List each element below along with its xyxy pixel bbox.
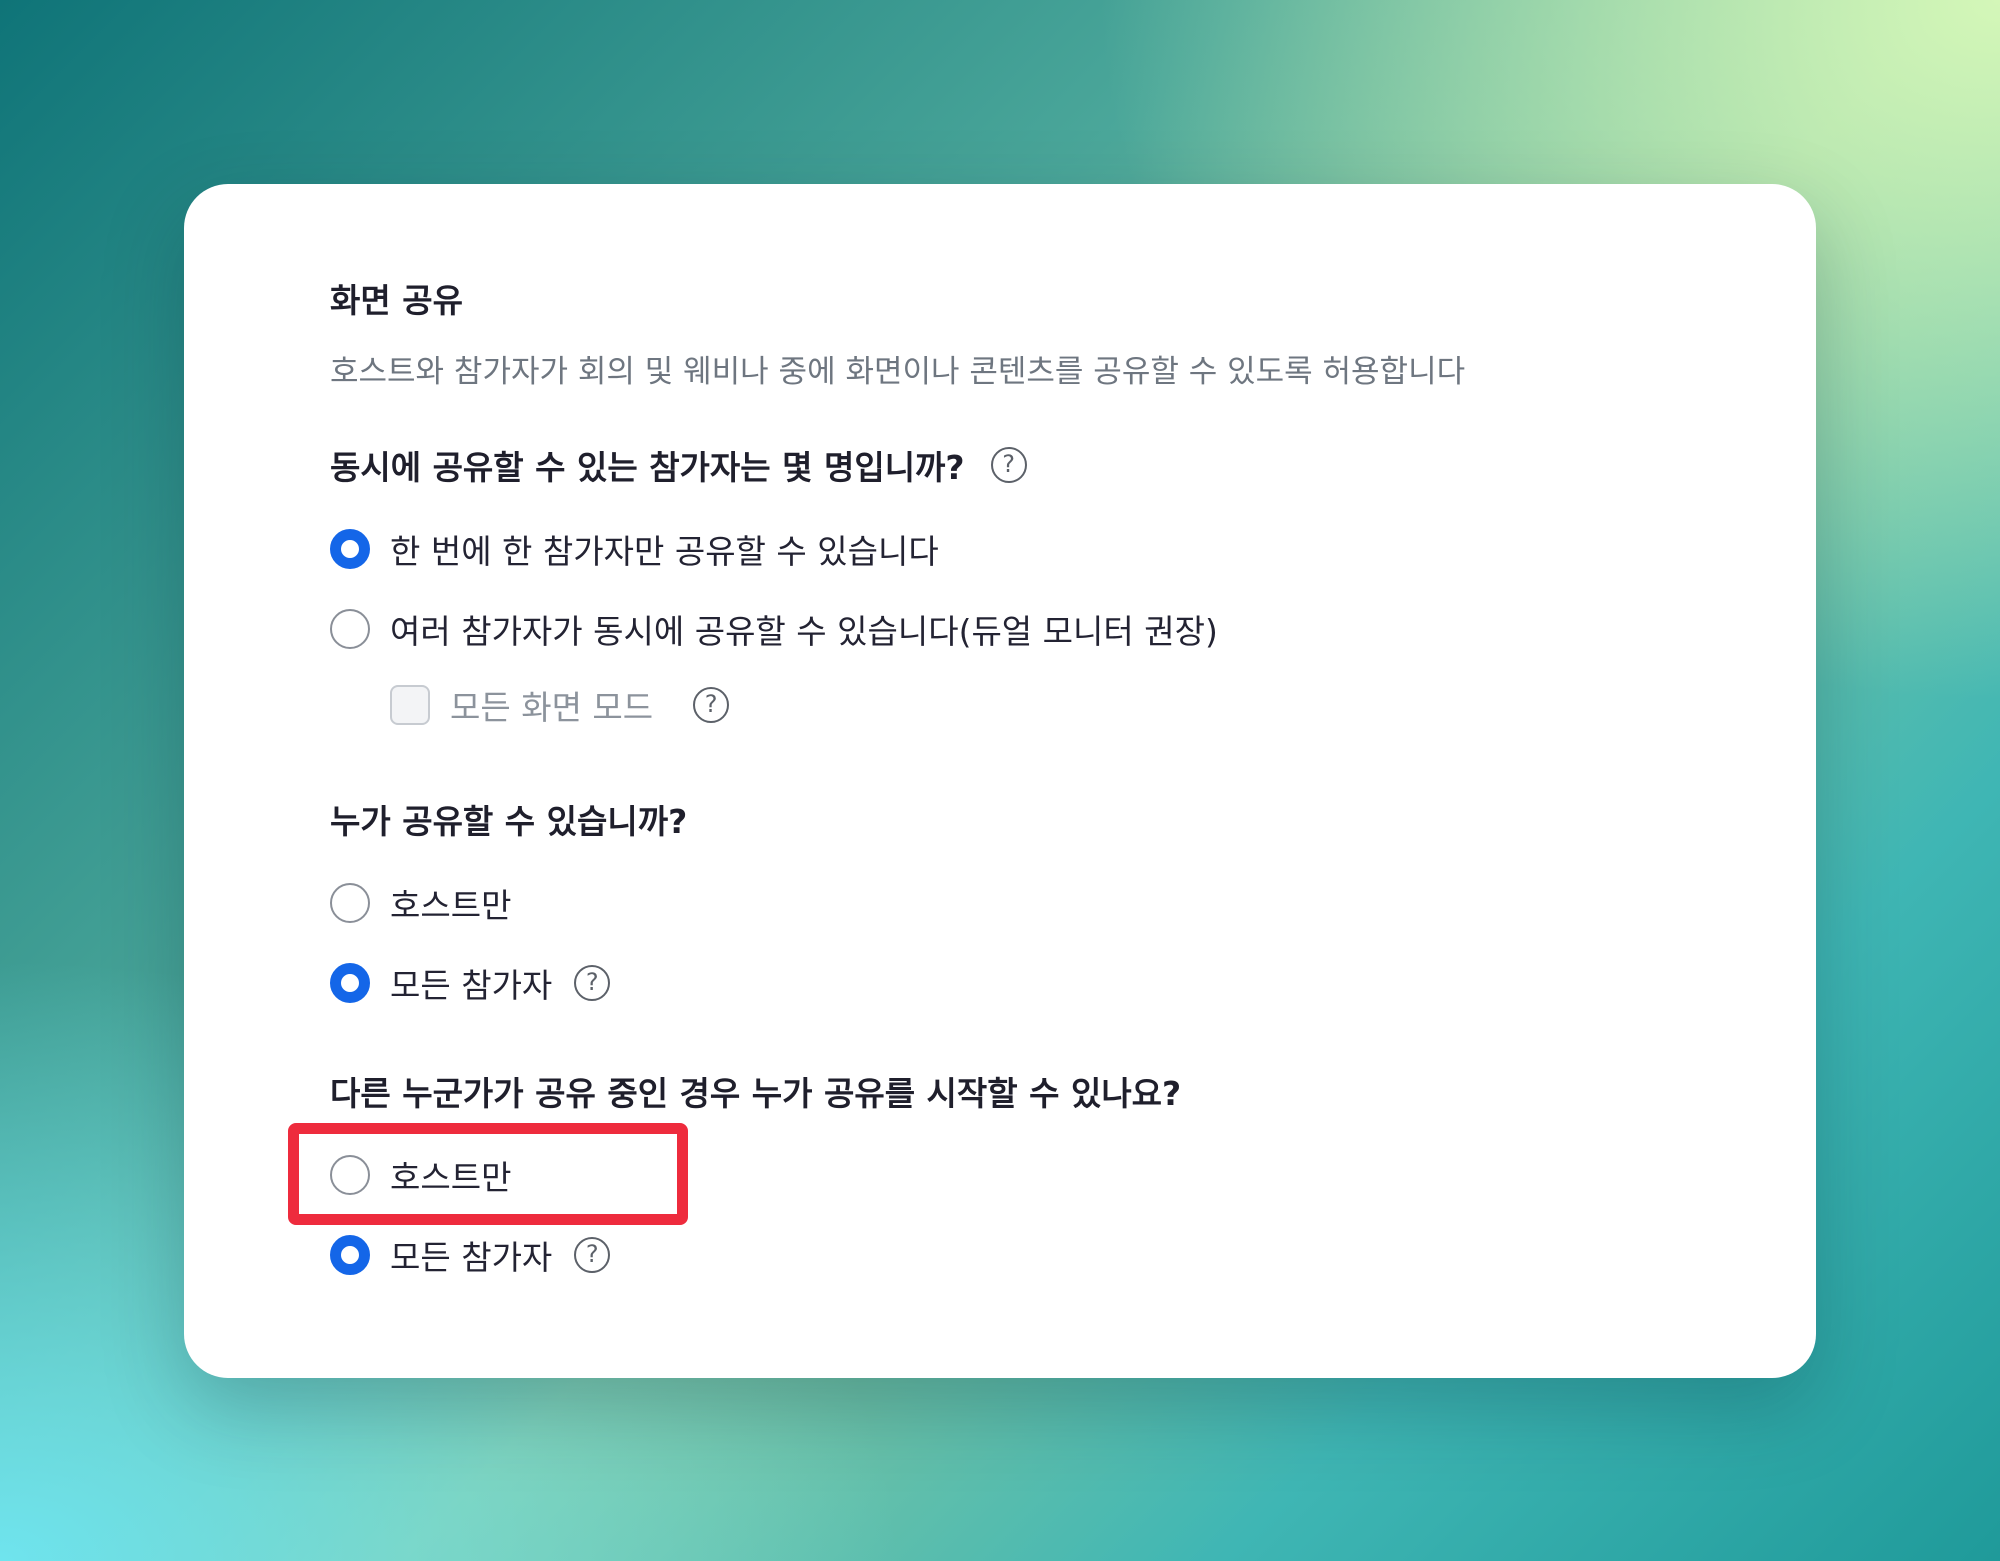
help-icon[interactable]: ?	[990, 447, 1027, 483]
help-icon[interactable]: ?	[574, 965, 611, 1001]
radio-button-checked[interactable]	[330, 963, 370, 1003]
highlight-box	[288, 1123, 688, 1225]
option-label: 모든 참가자	[390, 966, 553, 1005]
radio-button-checked[interactable]	[330, 1235, 370, 1275]
checkbox-option-all-screen-mode: 모든 화면 모드 ?	[390, 678, 1730, 732]
radio-option-all-participants[interactable]: 모든 참가자 ?	[330, 956, 1730, 1010]
option-label: 호스트만	[390, 886, 512, 925]
section-description: 호스트와 참가자가 회의 및 웨비나 중에 화면이나 콘텐츠를 공유할 수 있도…	[330, 354, 1466, 390]
option-label: 모든 화면 모드	[450, 688, 654, 727]
option-label: 여러 참가자가 동시에 공유할 수 있습니다(듀얼 모니터 권장)	[390, 612, 1218, 651]
option-label: 모든 참가자	[390, 1238, 553, 1277]
question-label: 다른 누군가가 공유 중인 경우 누가 공유를 시작할 수 있나요?	[330, 1074, 1182, 1113]
help-icon[interactable]: ?	[574, 1237, 611, 1273]
section-title: 화면 공유	[330, 281, 463, 320]
radio-button-checked[interactable]	[330, 529, 370, 569]
question-label: 누가 공유할 수 있습니까?	[330, 802, 688, 841]
radio-button[interactable]	[330, 609, 370, 649]
option-label: 한 번에 한 참가자만 공유할 수 있습니다	[390, 532, 939, 571]
help-icon[interactable]: ?	[693, 687, 730, 723]
question-concurrent-sharing: 동시에 공유할 수 있는 참가자는 몇 명입니까? ?	[330, 438, 1730, 492]
radio-option-host-only[interactable]: 호스트만	[330, 876, 1730, 930]
question-who-can-start-sharing: 다른 누군가가 공유 중인 경우 누가 공유를 시작할 수 있나요?	[330, 1064, 1730, 1118]
checkbox-disabled	[390, 685, 430, 725]
radio-button[interactable]	[330, 883, 370, 923]
radio-option-one-participant[interactable]: 한 번에 한 참가자만 공유할 수 있습니다	[330, 522, 1730, 576]
question-who-can-share: 누가 공유할 수 있습니까?	[330, 792, 1730, 846]
radio-option-all-participants[interactable]: 모든 참가자 ?	[330, 1228, 1730, 1282]
radio-option-multiple-participants[interactable]: 여러 참가자가 동시에 공유할 수 있습니다(듀얼 모니터 권장)	[330, 602, 1730, 656]
question-label: 동시에 공유할 수 있는 참가자는 몇 명입니까?	[330, 448, 965, 487]
